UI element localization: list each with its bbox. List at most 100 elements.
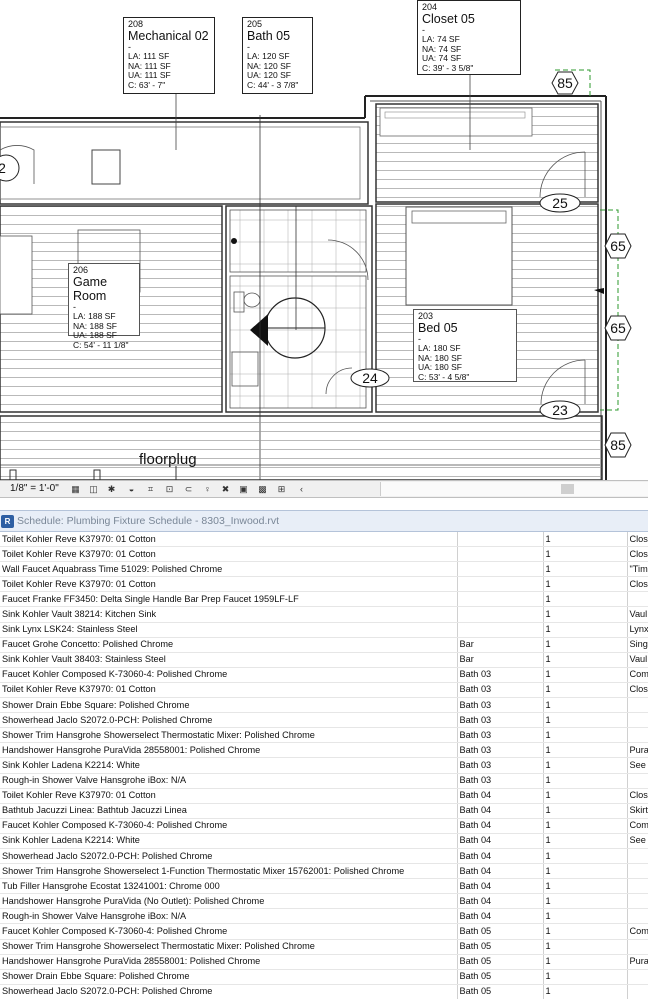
cell-comments[interactable] xyxy=(627,893,648,910)
room-tag-game-room[interactable]: 206 Game Room - LA: 188 SF NA: 188 SF UA… xyxy=(68,263,140,349)
cell-count[interactable]: 1 xyxy=(543,576,628,593)
cell-count[interactable]: 1 xyxy=(543,863,628,880)
door-tag-label[interactable]: 24 xyxy=(351,370,389,386)
cell-family-type[interactable]: Tub Filler Hansgrohe Ecostat 13241001: C… xyxy=(0,878,458,895)
table-row[interactable]: Rough-in Shower Valve Hansgrohe iBox: N/… xyxy=(0,773,648,789)
cell-family-type[interactable]: Sink Kohler Vault 38214: Kitchen Sink xyxy=(0,606,458,623)
table-row[interactable]: Toilet Kohler Reve K37970: 01 Cotton Bath… xyxy=(0,788,648,804)
grid-tag-label[interactable]: 65 xyxy=(605,320,631,336)
cell-comments[interactable]: Pura xyxy=(627,742,648,759)
door-tag-label[interactable]: 23 xyxy=(540,402,580,418)
cell-family-type[interactable]: Sink Kohler Ladena K2214: White xyxy=(0,833,458,849)
cell-comments[interactable]: Com xyxy=(627,818,648,834)
table-row[interactable]: Shower Trim Hansgrohe Showerselect 1-Fun… xyxy=(0,863,648,880)
cell-comments[interactable] xyxy=(627,773,648,789)
table-row[interactable]: Shower Drain Ebbe Square: Polished Chrom… xyxy=(0,969,648,985)
cell-room[interactable]: Bath 04 xyxy=(457,788,544,804)
cell-room[interactable]: Bath 04 xyxy=(457,818,544,834)
cell-family-type[interactable]: Shower Trim Hansgrohe Showerselect Therm… xyxy=(0,939,458,955)
cell-room[interactable]: Bath 05 xyxy=(457,939,544,955)
cell-family-type[interactable]: Handshower Hansgrohe PuraVida (No Outlet… xyxy=(0,893,458,910)
cell-family-type[interactable]: Handshower Hansgrohe PuraVida 28558001: … xyxy=(0,954,458,970)
cell-comments[interactable]: Vaul xyxy=(627,652,648,668)
table-row[interactable]: Bathtub Jacuzzi Linea: Bathtub Jacuzzi L… xyxy=(0,803,648,819)
cell-room[interactable] xyxy=(457,561,544,578)
cell-comments[interactable]: Vaul xyxy=(627,606,648,623)
cell-comments[interactable]: Clos xyxy=(627,546,648,563)
cell-room[interactable]: Bar xyxy=(457,637,544,653)
table-row[interactable]: Showerhead Jaclo S2072.0-PCH: Polished C… xyxy=(0,712,648,729)
cell-count[interactable]: 1 xyxy=(543,788,628,804)
table-row[interactable]: Faucet Grohe Concetto: Polished Chrome Ba… xyxy=(0,637,648,653)
room-tag-bath-05[interactable]: 205 Bath 05 - LA: 120 SF NA: 120 SF UA: … xyxy=(242,17,313,94)
table-row[interactable]: Sink Kohler Vault 38214: Kitchen Sink 1 Va… xyxy=(0,606,648,623)
cell-comments[interactable]: Clos xyxy=(627,576,648,593)
cell-family-type[interactable]: Shower Drain Ebbe Square: Polished Chrom… xyxy=(0,969,458,985)
cell-count[interactable]: 1 xyxy=(543,969,628,985)
cell-family-type[interactable]: Handshower Hansgrohe PuraVida 28558001: … xyxy=(0,742,458,759)
table-row[interactable]: Toilet Kohler Reve K37970: 01 Cotton 1 Clo… xyxy=(0,546,648,563)
cell-comments[interactable] xyxy=(627,712,648,729)
visual-style-icon[interactable]: ◫ xyxy=(88,484,99,494)
cell-family-type[interactable]: Toilet Kohler Reve K37970: 01 Cotton xyxy=(0,532,458,548)
shadows-icon[interactable]: ◒ xyxy=(126,484,137,494)
table-row[interactable]: Showerhead Jaclo S2072.0-PCH: Polished C… xyxy=(0,984,648,999)
grid-tag-label[interactable]: 65 xyxy=(605,238,631,254)
cell-family-type[interactable]: Toilet Kohler Reve K37970: 01 Cotton xyxy=(0,788,458,804)
cell-family-type[interactable]: Sink Kohler Ladena K2214: White xyxy=(0,757,458,774)
cell-family-type[interactable]: Wall Faucet Aquabrass Time 51029: Polish… xyxy=(0,561,458,578)
show-crop-icon[interactable]: ⊡ xyxy=(164,484,175,494)
cell-count[interactable]: 1 xyxy=(543,682,628,699)
crop-view-icon[interactable]: ⌗ xyxy=(145,484,156,494)
cell-family-type[interactable]: Toilet Kohler Reve K37970: 01 Cotton xyxy=(0,576,458,593)
table-row[interactable]: Sink Kohler Vault 38403: Stainless Steel… xyxy=(0,652,648,668)
cell-comments[interactable] xyxy=(627,727,648,744)
table-row[interactable]: Faucet Kohler Composed K-73060-4: Polish… xyxy=(0,923,648,940)
cell-room[interactable] xyxy=(457,532,544,548)
cell-room[interactable] xyxy=(457,576,544,593)
view-scale[interactable]: 1/8" = 1'-0" xyxy=(10,483,59,494)
table-row[interactable]: Toilet Kohler Reve K37970: 01 Cotton 1 Clo… xyxy=(0,576,648,593)
cell-comments[interactable] xyxy=(627,878,648,895)
cell-room[interactable]: Bath 04 xyxy=(457,893,544,910)
table-row[interactable]: Handshower Hansgrohe PuraVida 28558001: … xyxy=(0,954,648,970)
cell-comments[interactable] xyxy=(627,697,648,714)
table-row[interactable]: Sink Kohler Ladena K2214: White Bath 04 1 S… xyxy=(0,833,648,849)
cell-room[interactable]: Bar xyxy=(457,652,544,668)
cell-family-type[interactable]: Shower Trim Hansgrohe Showerselect 1-Fun… xyxy=(0,863,458,880)
cell-count[interactable]: 1 xyxy=(543,742,628,759)
scrollbar-thumb[interactable] xyxy=(561,484,574,494)
table-row[interactable]: Shower Drain Ebbe Square: Polished Chrom… xyxy=(0,697,648,714)
cell-family-type[interactable]: Rough-in Shower Valve Hansgrohe iBox: N/… xyxy=(0,773,458,789)
cell-room[interactable]: Bath 05 xyxy=(457,954,544,970)
analysis-icon[interactable]: ⊞ xyxy=(276,484,287,494)
horizontal-scrollbar[interactable] xyxy=(380,482,648,496)
design-options-icon[interactable]: ▩ xyxy=(257,484,268,494)
cell-family-type[interactable]: Faucet Kohler Composed K-73060-4: Polish… xyxy=(0,923,458,940)
cell-count[interactable]: 1 xyxy=(543,591,628,608)
table-row[interactable]: Toilet Kohler Reve K37970: 01 Cotton 1 Clo… xyxy=(0,532,648,548)
cell-comments[interactable] xyxy=(627,591,648,608)
table-row[interactable]: Sink Kohler Ladena K2214: White Bath 03 1 S… xyxy=(0,757,648,774)
unlock-3d-icon[interactable]: ⊂ xyxy=(183,484,194,494)
schedule-title-bar[interactable]: R Schedule: Plumbing Fixture Schedule - … xyxy=(0,510,648,532)
reveal-hidden-icon[interactable]: ✖ xyxy=(220,484,231,494)
cell-count[interactable]: 1 xyxy=(543,546,628,563)
cell-room[interactable]: Bath 03 xyxy=(457,667,544,683)
cell-comments[interactable] xyxy=(627,984,648,999)
cell-room[interactable]: Bath 03 xyxy=(457,697,544,714)
cell-room[interactable]: Bath 05 xyxy=(457,969,544,985)
cell-comments[interactable]: Sing xyxy=(627,637,648,653)
cell-room[interactable]: Bath 04 xyxy=(457,848,544,865)
table-row[interactable]: Tub Filler Hansgrohe Ecostat 13241001: C… xyxy=(0,878,648,895)
table-row[interactable]: Faucet Kohler Composed K-73060-4: Polish… xyxy=(0,818,648,834)
cell-count[interactable]: 1 xyxy=(543,727,628,744)
table-row[interactable]: Faucet Franke FF3450: Delta Single Handl… xyxy=(0,591,648,608)
worksharing-icon[interactable]: ▣ xyxy=(238,484,249,494)
cell-family-type[interactable]: Shower Drain Ebbe Square: Polished Chrom… xyxy=(0,697,458,714)
cell-comments[interactable]: See xyxy=(627,833,648,849)
cell-room[interactable] xyxy=(457,622,544,638)
room-tag-bed-05[interactable]: 203 Bed 05 - LA: 180 SF NA: 180 SF UA: 1… xyxy=(413,309,517,382)
table-row[interactable]: Showerhead Jaclo S2072.0-PCH: Polished C… xyxy=(0,848,648,865)
cell-count[interactable]: 1 xyxy=(543,606,628,623)
